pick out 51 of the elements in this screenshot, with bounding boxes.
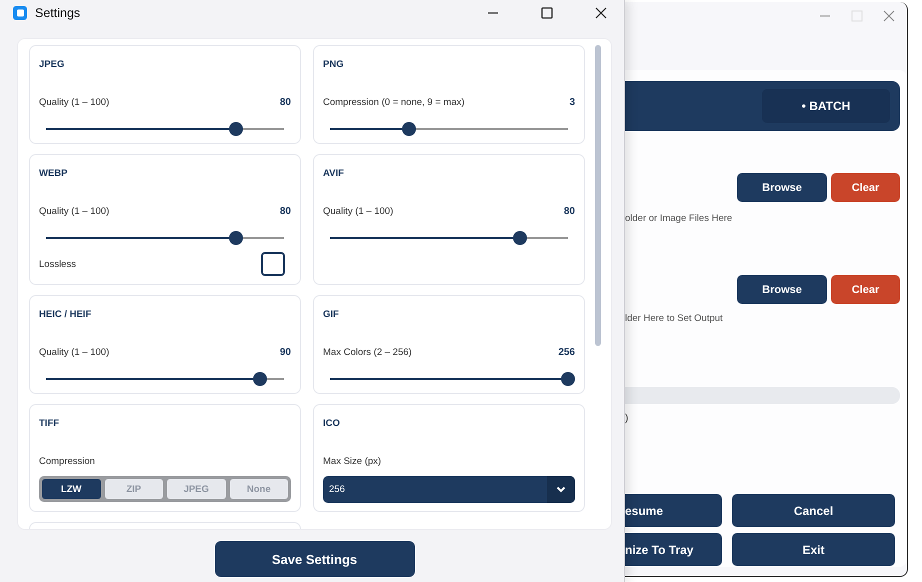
slider-thumb[interactable] xyxy=(402,122,416,136)
action-button[interactable]: Cancel xyxy=(732,494,895,527)
card-title: JPEG xyxy=(39,59,66,71)
action-button[interactable]: Exit xyxy=(732,533,895,566)
segment-option[interactable]: LZW xyxy=(42,479,100,499)
setting-label: Max Colors (2 – 256) xyxy=(323,346,412,358)
chevron-down-icon xyxy=(556,486,566,493)
scrollbar[interactable] xyxy=(595,45,601,346)
browse-button[interactable]: Browse xyxy=(737,275,827,304)
slider-thumb[interactable] xyxy=(229,122,244,136)
status-text: ) xyxy=(625,413,630,425)
setting-label: Max Size (px) xyxy=(323,456,382,466)
close-icon[interactable] xyxy=(595,7,607,19)
size-dropdown[interactable]: 256 xyxy=(323,476,575,503)
slider-thumb[interactable] xyxy=(561,372,575,386)
setting-label: Compression xyxy=(39,456,95,466)
action-button[interactable]: esume xyxy=(625,494,722,527)
card-title: TIFF xyxy=(39,418,60,430)
setting-value: 256 xyxy=(558,346,575,358)
slider-thumb[interactable] xyxy=(513,231,528,245)
slider-thumb[interactable] xyxy=(253,372,268,386)
card-title: AVIF xyxy=(323,168,345,180)
setting-value: 90 xyxy=(280,346,291,358)
checkbox[interactable] xyxy=(261,252,285,276)
setting-value: 3 xyxy=(569,96,575,108)
window-title: Settings xyxy=(35,6,80,20)
setting-label: Quality (1 – 100) xyxy=(39,96,110,108)
card-title: WEBP xyxy=(39,168,68,180)
mode-badge: • BATCH xyxy=(762,89,890,123)
clear-button[interactable]: Clear xyxy=(831,275,900,304)
card-title: GIF xyxy=(323,309,340,321)
setting-label: Compression (0 = none, 9 = max) xyxy=(323,96,465,108)
clear-button[interactable]: Clear xyxy=(831,173,900,202)
card-title: PNG xyxy=(323,59,345,71)
setting-label: Quality (1 – 100) xyxy=(39,206,110,216)
slider-thumb[interactable] xyxy=(229,231,244,245)
setting-label: Quality (1 – 100) xyxy=(39,346,110,358)
action-button[interactable]: nize To Tray xyxy=(625,533,722,566)
maximize-icon[interactable] xyxy=(541,7,553,19)
drop-hint: older or Image Files Here xyxy=(625,213,734,225)
setting-value: 80 xyxy=(280,96,291,108)
drop-hint: lder Here to Set Output xyxy=(625,313,724,325)
card-title: HEIC / HEIF xyxy=(39,309,92,321)
browse-button[interactable]: Browse xyxy=(737,173,827,202)
card-title: ICO xyxy=(323,418,341,430)
setting-value: 80 xyxy=(280,206,291,216)
setting-label: Quality (1 – 100) xyxy=(323,206,394,216)
save-button[interactable]: Save Settings xyxy=(214,541,414,577)
app-icon xyxy=(13,6,27,20)
checkbox-label: Lossless xyxy=(39,258,76,270)
setting-value: 80 xyxy=(564,206,575,216)
